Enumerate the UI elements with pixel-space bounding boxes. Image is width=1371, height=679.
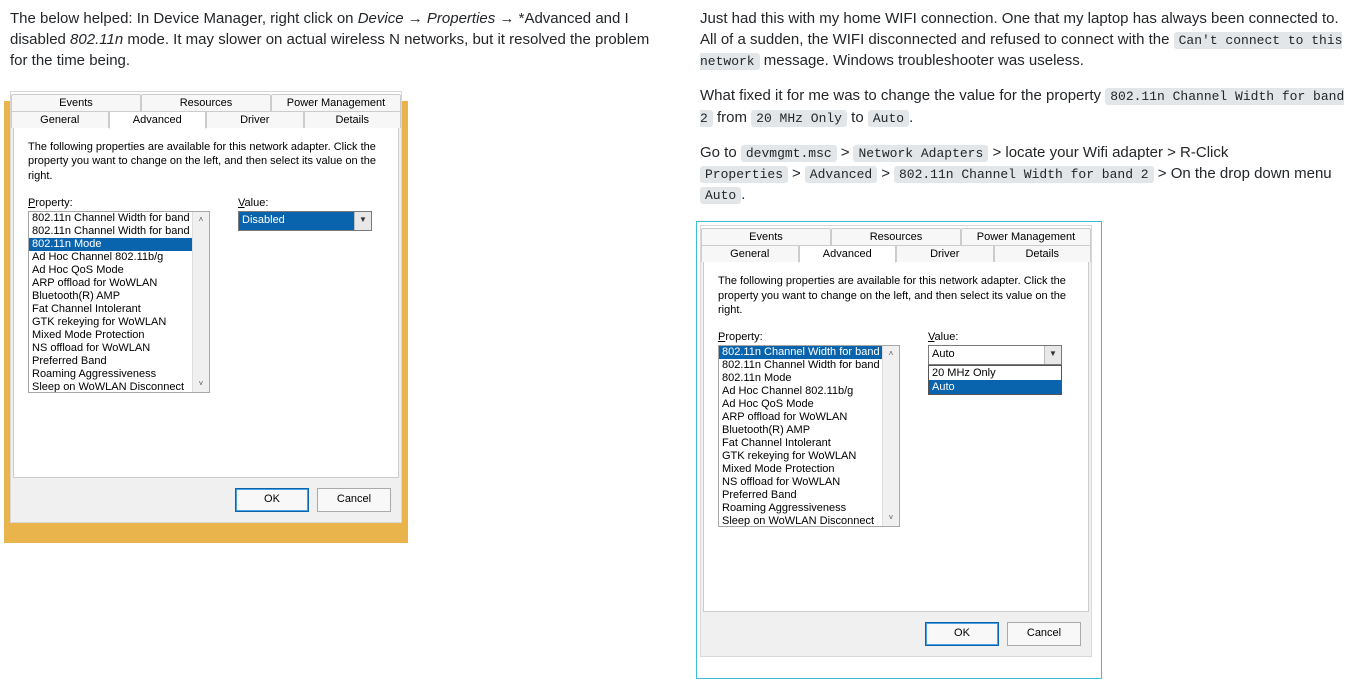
- property-list-item[interactable]: Sleep on WoWLAN Disconnect: [719, 515, 899, 527]
- property-list-item[interactable]: 802.11n Mode: [29, 238, 209, 251]
- tab-general[interactable]: General: [11, 111, 109, 128]
- property-list-item[interactable]: Ad Hoc Channel 802.11b/g: [29, 251, 209, 264]
- scroll-up-icon[interactable]: ˄: [193, 212, 209, 228]
- tab-power-management[interactable]: Power Management: [271, 94, 401, 111]
- property-list-item[interactable]: 802.11n Mode: [719, 372, 899, 385]
- property-list-item[interactable]: Preferred Band: [29, 355, 209, 368]
- tab-advanced[interactable]: Advanced: [109, 111, 207, 129]
- tab-events[interactable]: Events: [11, 94, 141, 111]
- property-list-item[interactable]: Ad Hoc Channel 802.11b/g: [719, 385, 899, 398]
- property-label: Property:: [28, 197, 208, 209]
- dropdown-arrow-icon[interactable]: ▼: [1044, 346, 1061, 364]
- property-list-item[interactable]: Bluetooth(R) AMP: [29, 290, 209, 303]
- answer2-para2: What fixed it for me was to change the v…: [700, 85, 1350, 127]
- dialog1-wrap: Events Resources Power Management Genera…: [10, 91, 660, 523]
- property-list-item[interactable]: NS offload for WoWLAN: [29, 342, 209, 355]
- dropdown-option[interactable]: Auto: [929, 380, 1061, 394]
- value-combobox[interactable]: Auto ▼ 20 MHz OnlyAuto: [928, 345, 1062, 365]
- scroll-up-icon[interactable]: ˄: [883, 346, 899, 362]
- property-list-item[interactable]: NS offload for WoWLAN: [719, 476, 899, 489]
- properties-dialog-2: Events Resources Power Management Genera…: [700, 225, 1092, 657]
- listbox-scrollbar[interactable]: ˄ ˅: [882, 346, 899, 526]
- property-list-item[interactable]: Bluetooth(R) AMP: [719, 424, 899, 437]
- tab-driver[interactable]: Driver: [896, 245, 994, 262]
- property-list-item[interactable]: ARP offload for WoWLAN: [29, 277, 209, 290]
- property-list-item[interactable]: GTK rekeying for WoWLAN: [719, 450, 899, 463]
- value-text: Auto: [929, 346, 1044, 364]
- tab-driver[interactable]: Driver: [206, 111, 304, 128]
- scroll-down-icon[interactable]: ˅: [193, 376, 209, 392]
- dialog-description: The following properties are available f…: [718, 274, 1074, 317]
- property-list-item[interactable]: 802.11n Channel Width for band 2: [29, 212, 209, 225]
- cancel-button[interactable]: Cancel: [317, 488, 391, 512]
- tab-events[interactable]: Events: [701, 228, 831, 245]
- tab-resources[interactable]: Resources: [831, 228, 961, 245]
- property-listbox[interactable]: 802.11n Channel Width for band 2802.11n …: [28, 211, 210, 393]
- tab-resources[interactable]: Resources: [141, 94, 271, 111]
- ok-button[interactable]: OK: [235, 488, 309, 512]
- property-list-item[interactable]: Sleep on WoWLAN Disconnect: [29, 381, 209, 393]
- dialog2-wrap: Events Resources Power Management Genera…: [700, 225, 1350, 657]
- properties-dialog-1: Events Resources Power Management Genera…: [10, 91, 402, 523]
- dropdown-arrow-icon[interactable]: ▼: [354, 212, 371, 230]
- property-label: Property:: [718, 331, 898, 343]
- property-list-item[interactable]: Mixed Mode Protection: [719, 463, 899, 476]
- tab-advanced[interactable]: Advanced: [799, 245, 897, 263]
- cancel-button[interactable]: Cancel: [1007, 622, 1081, 646]
- tab-power-management[interactable]: Power Management: [961, 228, 1091, 245]
- value-dropdown-list[interactable]: 20 MHz OnlyAuto: [928, 365, 1062, 395]
- property-list-item[interactable]: Fat Channel Intolerant: [29, 303, 209, 316]
- property-list-item[interactable]: 802.11n Channel Width for band 5: [719, 359, 899, 372]
- tab-details[interactable]: Details: [994, 245, 1092, 262]
- property-list-item[interactable]: Preferred Band: [719, 489, 899, 502]
- dialog-description: The following properties are available f…: [28, 140, 384, 183]
- answer2-para3: Go to devmgmt.msc>Network Adapters > loc…: [700, 142, 1350, 206]
- tab-details[interactable]: Details: [304, 111, 402, 128]
- value-label: Value:: [928, 331, 1068, 343]
- value-label: Value:: [238, 197, 378, 209]
- dropdown-option[interactable]: 20 MHz Only: [929, 366, 1061, 380]
- listbox-scrollbar[interactable]: ˄ ˅: [192, 212, 209, 392]
- property-listbox[interactable]: 802.11n Channel Width for band 2802.11n …: [718, 345, 900, 527]
- tab-general[interactable]: General: [701, 245, 799, 262]
- answer1-para1: The below helped: In Device Manager, rig…: [10, 8, 660, 71]
- value-combobox[interactable]: Disabled ▼: [238, 211, 372, 231]
- ok-button[interactable]: OK: [925, 622, 999, 646]
- scroll-down-icon[interactable]: ˅: [883, 510, 899, 526]
- property-list-item[interactable]: 802.11n Channel Width for band 2: [719, 346, 899, 359]
- property-list-item[interactable]: Fat Channel Intolerant: [719, 437, 899, 450]
- property-list-item[interactable]: ARP offload for WoWLAN: [719, 411, 899, 424]
- property-list-item[interactable]: Roaming Aggressiveness: [29, 368, 209, 381]
- property-list-item[interactable]: 802.11n Channel Width for band 5: [29, 225, 209, 238]
- property-list-item[interactable]: GTK rekeying for WoWLAN: [29, 316, 209, 329]
- property-list-item[interactable]: Ad Hoc QoS Mode: [29, 264, 209, 277]
- property-list-item[interactable]: Roaming Aggressiveness: [719, 502, 899, 515]
- property-list-item[interactable]: Mixed Mode Protection: [29, 329, 209, 342]
- answer2-para1: Just had this with my home WIFI connecti…: [700, 8, 1350, 71]
- property-list-item[interactable]: Ad Hoc QoS Mode: [719, 398, 899, 411]
- value-text: Disabled: [239, 212, 354, 230]
